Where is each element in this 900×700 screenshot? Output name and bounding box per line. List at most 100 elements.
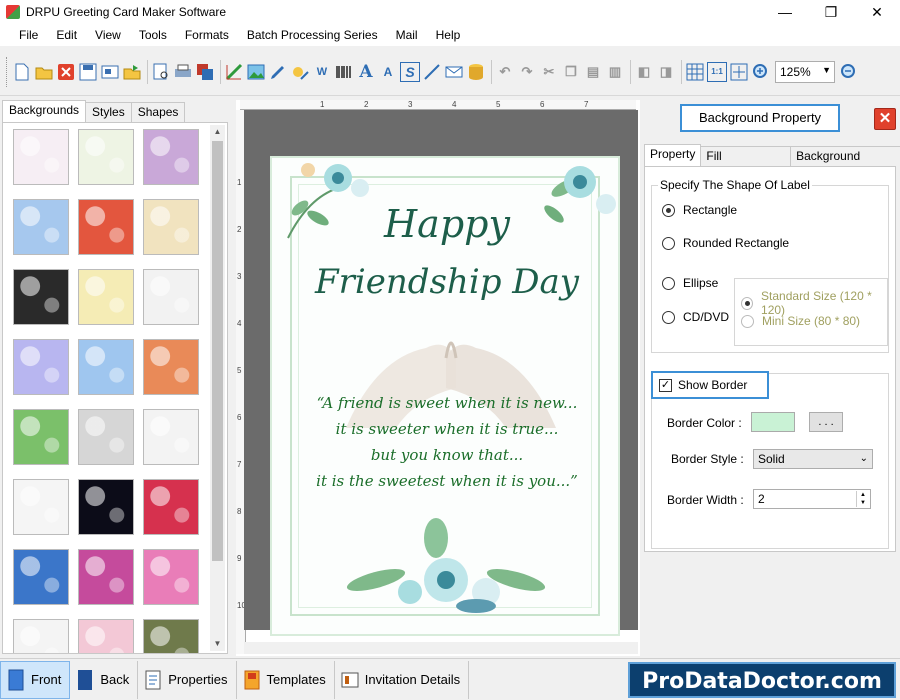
print-icon[interactable] (173, 62, 193, 82)
background-thumbnail[interactable] (13, 129, 69, 185)
menu-help[interactable]: Help (427, 24, 470, 46)
background-thumbnail[interactable] (143, 409, 199, 465)
signature-icon[interactable]: S (400, 61, 420, 82)
tab-backgrounds[interactable]: Backgrounds (2, 100, 87, 122)
gallery-scrollbar[interactable]: ▲ ▼ (210, 125, 225, 651)
paste-icon[interactable]: ▤ (583, 62, 603, 82)
delete-icon[interactable]: ▥ (605, 62, 625, 82)
menu-view[interactable]: View (86, 24, 130, 46)
shape-tool-icon[interactable] (290, 62, 310, 82)
greeting-card[interactable]: Happy Friendship Day “A friend is sweet … (270, 156, 620, 636)
tab-fill-background[interactable]: Fill Background (700, 146, 792, 182)
tab-shapes[interactable]: Shapes (130, 102, 186, 122)
minimize-button[interactable]: — (762, 0, 808, 24)
background-thumbnail[interactable] (13, 269, 69, 325)
show-border-checkbox[interactable]: ✓ Show Border (651, 371, 769, 399)
undo-icon[interactable]: ↶ (495, 62, 515, 82)
background-thumbnail[interactable] (78, 129, 134, 185)
background-thumbnail[interactable] (13, 339, 69, 395)
tab-background-effects[interactable]: Background Effects (790, 146, 900, 182)
menu-batch-processing[interactable]: Batch Processing Series (238, 24, 387, 46)
background-thumbnail[interactable] (78, 199, 134, 255)
border-width-stepper[interactable]: 2 ▲ ▼ (753, 489, 871, 509)
background-thumbnail[interactable] (13, 479, 69, 535)
scroll-down-icon[interactable]: ▼ (210, 637, 225, 651)
background-thumbnail[interactable] (78, 339, 134, 395)
zoom-select[interactable]: 125% ▼ (775, 60, 835, 83)
properties-button[interactable]: Properties (138, 660, 237, 699)
background-thumbnail[interactable] (78, 269, 134, 325)
open-icon[interactable] (34, 62, 54, 82)
background-thumbnail[interactable] (143, 479, 199, 535)
background-thumbnail[interactable] (78, 409, 134, 465)
export-icon[interactable] (122, 62, 142, 82)
background-thumbnail[interactable] (78, 479, 134, 535)
background-thumbnail[interactable] (13, 199, 69, 255)
pencil-icon[interactable] (268, 62, 288, 82)
brand-banner[interactable]: ProDataDoctor.com (628, 662, 896, 698)
canvas-scrollbar[interactable] (244, 642, 638, 654)
card-quote[interactable]: “A friend is sweet when it is new... it … (272, 390, 622, 494)
background-thumbnail[interactable] (13, 619, 69, 653)
grid-icon[interactable] (685, 62, 705, 82)
front-button[interactable]: Front (0, 660, 71, 699)
bring-front-icon[interactable]: ◧ (634, 62, 654, 82)
send-back-icon[interactable]: ◨ (656, 62, 676, 82)
fit-window-icon[interactable] (729, 62, 749, 82)
crop-icon[interactable] (224, 62, 244, 82)
radio-ellipse[interactable]: Ellipse (662, 276, 718, 290)
menu-mail[interactable]: Mail (387, 24, 427, 46)
zoom-in-icon[interactable] (751, 62, 771, 82)
background-thumbnail[interactable] (78, 619, 134, 653)
radio-rectangle[interactable]: Rectangle (662, 203, 737, 217)
border-color-swatch[interactable] (751, 412, 795, 432)
background-thumbnail[interactable] (143, 339, 199, 395)
background-thumbnail[interactable] (78, 549, 134, 605)
zoom-out-icon[interactable] (839, 62, 859, 82)
menu-tools[interactable]: Tools (130, 24, 176, 46)
text-box-icon[interactable]: A (378, 62, 398, 82)
actual-size-icon[interactable]: 1:1 (707, 61, 727, 82)
maximize-button[interactable]: ❐ (808, 0, 854, 24)
templates-button[interactable]: Templates (237, 660, 335, 699)
background-thumbnail[interactable] (143, 619, 199, 653)
wordart-icon[interactable]: W (312, 62, 332, 82)
print-preview-icon[interactable] (151, 62, 171, 82)
image-icon[interactable] (246, 62, 266, 82)
menu-formats[interactable]: Formats (176, 24, 238, 46)
email-icon[interactable] (444, 62, 464, 82)
radio-cd-dvd[interactable]: CD/DVD (662, 310, 729, 324)
new-icon[interactable] (12, 62, 32, 82)
text-icon[interactable]: A (356, 62, 376, 82)
background-thumbnail[interactable] (143, 269, 199, 325)
menu-edit[interactable]: Edit (47, 24, 86, 46)
close-panel-button[interactable]: ✕ (874, 108, 896, 130)
invitation-details-button[interactable]: Invitation Details (335, 660, 470, 699)
save-as-icon[interactable] (100, 62, 120, 82)
stepper-arrows-icon[interactable]: ▲ ▼ (856, 491, 869, 507)
background-thumbnail[interactable] (143, 129, 199, 185)
scroll-up-icon[interactable]: ▲ (210, 125, 225, 139)
save-icon[interactable] (78, 62, 98, 82)
layers-icon[interactable] (195, 62, 215, 82)
tab-styles[interactable]: Styles (85, 102, 132, 122)
back-button[interactable]: Back (70, 660, 139, 699)
background-thumbnail[interactable] (143, 549, 199, 605)
background-thumbnail[interactable] (13, 549, 69, 605)
radio-standard-size[interactable]: Standard Size (120 * 120) (741, 289, 887, 317)
tab-property[interactable]: Property (644, 144, 702, 166)
copy-icon[interactable]: ❐ (561, 62, 581, 82)
background-thumbnail[interactable] (13, 409, 69, 465)
border-color-browse-button[interactable]: . . . (809, 412, 843, 432)
barcode-icon[interactable] (334, 62, 354, 82)
menu-file[interactable]: File (10, 24, 47, 46)
close-button[interactable]: ✕ (854, 0, 900, 24)
card-title-line2[interactable]: Friendship Day (272, 262, 622, 302)
redo-icon[interactable]: ↷ (517, 62, 537, 82)
scroll-thumb[interactable] (212, 141, 223, 561)
border-style-select[interactable]: Solid ⌄ (753, 449, 873, 469)
card-title-line1[interactable]: Happy (272, 202, 622, 246)
database-icon[interactable] (466, 62, 486, 82)
cut-icon[interactable]: ✂ (539, 62, 559, 82)
close-doc-icon[interactable] (56, 62, 76, 82)
